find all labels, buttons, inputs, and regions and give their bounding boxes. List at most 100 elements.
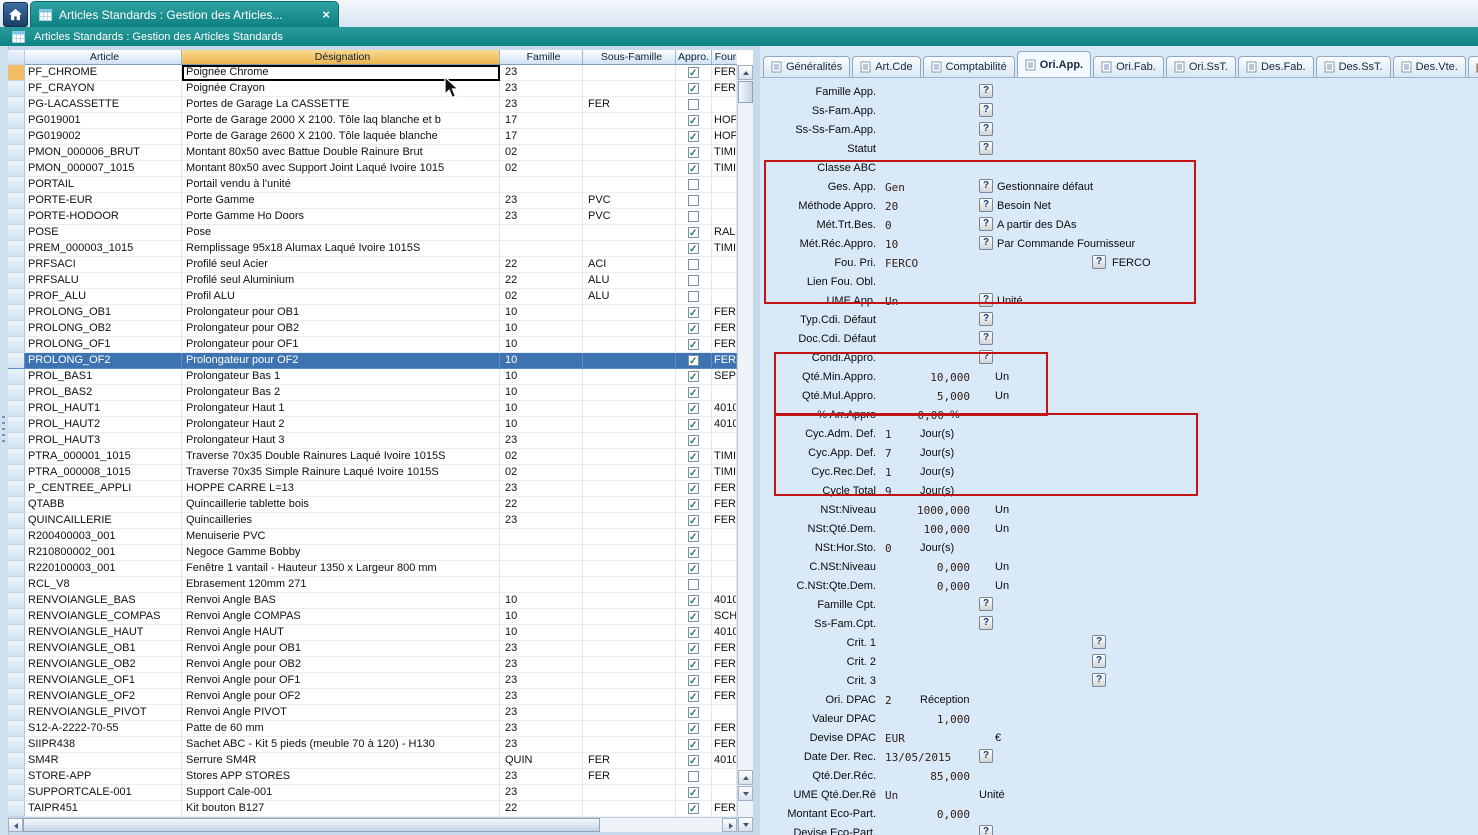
cell-designation[interactable]: Patte de 60 mm	[182, 721, 500, 737]
cell-designation[interactable]: Prolongateur pour OB1	[182, 305, 500, 321]
field-value[interactable]: 0	[885, 542, 892, 555]
lookup-button[interactable]: ?	[979, 84, 993, 98]
cell-fournisseur[interactable]: FER	[712, 673, 737, 689]
cell-article[interactable]: QTABB	[25, 497, 182, 513]
cell-designation[interactable]: Renvoi Angle BAS	[182, 593, 500, 609]
lookup-button[interactable]: ?	[979, 122, 993, 136]
row-selector[interactable]	[8, 161, 25, 177]
cell-designation[interactable]: Renvoi Angle HAUT	[182, 625, 500, 641]
cell-famille[interactable]: 23	[500, 481, 583, 497]
appro-checkbox[interactable]	[688, 483, 699, 494]
appro-checkbox[interactable]	[688, 595, 699, 606]
cell-fournisseur[interactable]: TIMI	[712, 161, 737, 177]
row-selector[interactable]	[8, 497, 25, 513]
table-row[interactable]: TAIPR451Kit bouton B12722FER	[8, 801, 737, 817]
appro-checkbox[interactable]	[688, 355, 699, 366]
field-value[interactable]: Gen	[885, 181, 905, 194]
row-selector[interactable]	[8, 737, 25, 753]
cell-designation[interactable]: Prolongateur pour OB2	[182, 321, 500, 337]
cell-sous-famille[interactable]: FER	[583, 753, 676, 769]
field-value[interactable]: 1000,000	[885, 504, 970, 517]
cell-famille[interactable]: 23	[500, 721, 583, 737]
cell-famille[interactable]: 23	[500, 193, 583, 209]
field-value[interactable]: 0,00	[885, 409, 944, 422]
cell-article[interactable]: STORE-APP	[25, 769, 182, 785]
cell-article[interactable]: RENVOIANGLE_COMPAS	[25, 609, 182, 625]
cell-fournisseur[interactable]	[712, 385, 737, 401]
appro-checkbox[interactable]	[688, 643, 699, 654]
cell-famille[interactable]	[500, 177, 583, 193]
cell-article[interactable]: RENVOIANGLE_OB1	[25, 641, 182, 657]
cell-article[interactable]: PF_CRAYON	[25, 81, 182, 97]
lookup-button[interactable]: ?	[979, 236, 993, 250]
appro-checkbox[interactable]	[688, 227, 699, 238]
lookup-button[interactable]: ?	[1092, 635, 1106, 649]
cell-famille[interactable]: 23	[500, 433, 583, 449]
cell-article[interactable]: RENVOIANGLE_OB2	[25, 657, 182, 673]
field-value[interactable]: 2	[885, 694, 892, 707]
cell-fournisseur[interactable]	[712, 769, 737, 785]
cell-article[interactable]: PROLONG_OF2	[25, 353, 182, 369]
cell-fournisseur[interactable]: FER	[712, 801, 737, 817]
table-row[interactable]: RCL_V8Ebrasement 120mm 271	[8, 577, 737, 593]
row-selector[interactable]	[8, 433, 25, 449]
table-row[interactable]: PG-LACASSETTEPortes de Garage La CASSETT…	[8, 97, 737, 113]
cell-sous-famille[interactable]	[583, 337, 676, 353]
appro-checkbox[interactable]	[688, 83, 699, 94]
cell-famille[interactable]: 23	[500, 641, 583, 657]
cell-sous-famille[interactable]	[583, 625, 676, 641]
cell-article[interactable]: S12-A-2222-70-55	[25, 721, 182, 737]
appro-checkbox[interactable]	[688, 179, 699, 190]
cell-sous-famille[interactable]	[583, 497, 676, 513]
field-value[interactable]: Un	[885, 295, 898, 308]
cell-designation[interactable]: Porte Gamme	[182, 193, 500, 209]
table-row[interactable]: SIIPR438Sachet ABC - Kit 5 pieds (meuble…	[8, 737, 737, 753]
cell-article[interactable]: R200400003_001	[25, 529, 182, 545]
cell-famille[interactable]: 10	[500, 385, 583, 401]
appro-checkbox[interactable]	[688, 115, 699, 126]
lookup-button[interactable]: ?	[979, 616, 993, 630]
cell-sous-famille[interactable]	[583, 529, 676, 545]
cell-famille[interactable]: 23	[500, 737, 583, 753]
cell-article[interactable]: RENVOIANGLE_OF1	[25, 673, 182, 689]
table-row[interactable]: SM4RSerrure SM4RQUINFER4010	[8, 753, 737, 769]
cell-fournisseur[interactable]	[712, 545, 737, 561]
field-value[interactable]: 0,000	[885, 561, 970, 574]
field-value[interactable]: 100,000	[885, 523, 970, 536]
cell-article[interactable]: R210800002_001	[25, 545, 182, 561]
lookup-button[interactable]: ?	[979, 217, 993, 231]
cell-fournisseur[interactable]	[712, 257, 737, 273]
cell-famille[interactable]	[500, 577, 583, 593]
cell-fournisseur[interactable]	[712, 209, 737, 225]
row-selector[interactable]	[8, 513, 25, 529]
appro-checkbox[interactable]	[688, 195, 699, 206]
row-selector[interactable]	[8, 241, 25, 257]
cell-famille[interactable]	[500, 561, 583, 577]
scroll-right-icon[interactable]	[722, 818, 737, 832]
cell-sous-famille[interactable]	[583, 481, 676, 497]
cell-article[interactable]: PORTAIL	[25, 177, 182, 193]
cell-designation[interactable]: Porte Gamme Ho Doors	[182, 209, 500, 225]
row-selector[interactable]	[8, 673, 25, 689]
cell-sous-famille[interactable]: ALU	[583, 289, 676, 305]
tab-ori-sst[interactable]: Ori.SsT.	[1166, 56, 1236, 77]
field-value[interactable]: 7	[885, 447, 892, 460]
field-value[interactable]: Un	[885, 789, 898, 802]
cell-article[interactable]: QUINCAILLERIE	[25, 513, 182, 529]
cell-famille[interactable]: 10	[500, 417, 583, 433]
document-tab[interactable]: Articles Standards : Gestion des Article…	[30, 1, 339, 27]
cell-designation[interactable]: Porte de Garage 2600 X 2100. Tôle laquée…	[182, 129, 500, 145]
field-value[interactable]: 20	[885, 200, 898, 213]
field-value[interactable]: 10,000	[885, 371, 970, 384]
table-row[interactable]: QUINCAILLERIEQuincailleries23FER	[8, 513, 737, 529]
appro-checkbox[interactable]	[688, 707, 699, 718]
cell-fournisseur[interactable]: HOF	[712, 113, 737, 129]
row-selector[interactable]	[8, 113, 25, 129]
field-value[interactable]: 0,000	[885, 580, 970, 593]
column-header-appro[interactable]: Appro.	[676, 50, 712, 65]
cell-article[interactable]: PORTE-HODOOR	[25, 209, 182, 225]
appro-checkbox[interactable]	[688, 659, 699, 670]
row-selector[interactable]	[8, 769, 25, 785]
row-selector[interactable]	[8, 65, 25, 81]
cell-fournisseur[interactable]: SEP	[712, 369, 737, 385]
